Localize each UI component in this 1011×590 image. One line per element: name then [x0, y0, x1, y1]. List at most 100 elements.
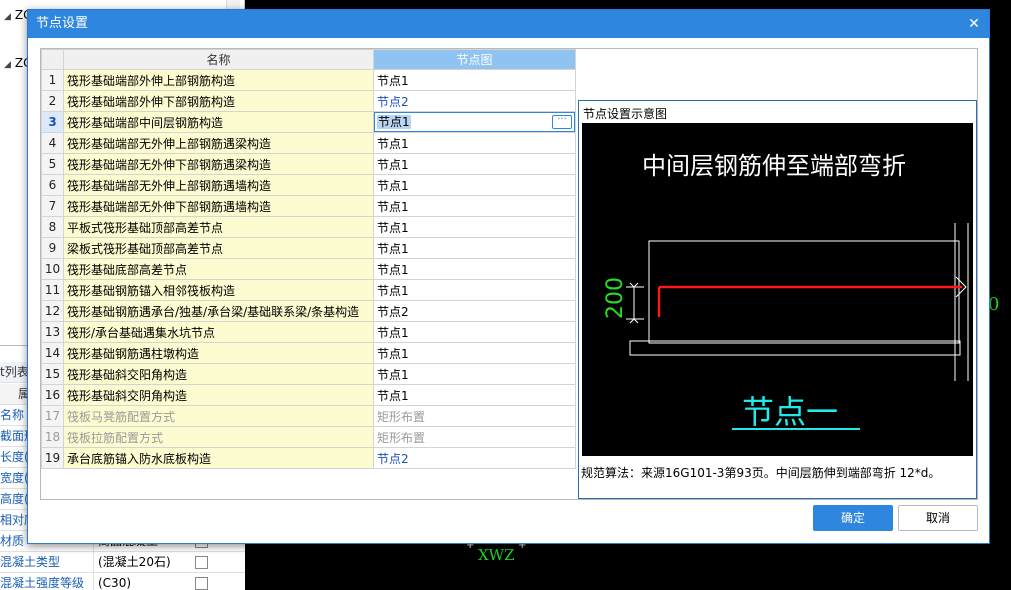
row-number[interactable]: 7	[41, 195, 64, 217]
row-number[interactable]: 16	[41, 384, 64, 406]
row-number[interactable]: 12	[41, 300, 64, 322]
table-row[interactable]: 12 筏形基础钢筋遇承台/独基/承台梁/基础联系梁/条基构造 节点2	[41, 300, 576, 322]
table-row[interactable]: 17 筏板马凳筋配置方式 矩形布置	[41, 405, 576, 427]
row-name-cell[interactable]: 筏板拉筋配置方式	[63, 426, 374, 448]
row-node-cell[interactable]: 节点1	[373, 363, 576, 385]
row-number[interactable]: 11	[41, 279, 64, 301]
row-number[interactable]: 8	[41, 216, 64, 238]
table-row[interactable]: 4 筏形基础端部无外伸上部钢筋遇梁构造 节点1	[41, 132, 576, 154]
table-row[interactable]: 3 筏形基础端部中间层钢筋构造 节点1 ···	[41, 111, 576, 133]
cancel-button[interactable]: 取消	[898, 505, 978, 531]
row-name-cell[interactable]: 筏形基础端部外伸上部钢筋构造	[63, 69, 374, 91]
row-node-cell[interactable]: 节点1 ···	[373, 111, 576, 133]
table-row[interactable]: 8 平板式筏形基础顶部高差节点 节点1	[41, 216, 576, 238]
row-name-cell[interactable]: 筏形基础斜交阳角构造	[63, 363, 374, 385]
row-number[interactable]: 15	[41, 363, 64, 385]
row-number[interactable]: 5	[41, 153, 64, 175]
row-number[interactable]: 1	[41, 69, 64, 91]
row-number[interactable]: 10	[41, 258, 64, 280]
table-row[interactable]: 19 承台底筋锚入防水底板构造 节点2	[41, 447, 576, 469]
ok-button[interactable]: 确定	[813, 505, 893, 531]
table-row[interactable]: 5 筏形基础端部无外伸下部钢筋遇梁构造 节点1	[41, 153, 576, 175]
row-name-cell[interactable]: 筏形基础钢筋锚入相邻筏板构造	[63, 279, 374, 301]
row-node-cell[interactable]: 节点2	[373, 90, 576, 112]
row-node-cell[interactable]: 节点2	[373, 447, 576, 469]
table-row[interactable]: 16 筏形基础斜交阴角构造 节点1	[41, 384, 576, 406]
property-row[interactable]: 混凝土类型 (混凝土20石)	[0, 552, 245, 573]
formula-description: 规范算法：来源16G101-3第93页。中间层筋伸到端部弯折 12*d。	[581, 466, 941, 480]
row-node-cell[interactable]: 节点1	[373, 69, 576, 91]
row-node-cell[interactable]: 节点1	[373, 384, 576, 406]
more-options-icon[interactable]: ···	[552, 115, 572, 129]
dimension-label: 200	[603, 277, 628, 319]
node-edit-value: 节点1	[377, 115, 411, 129]
row-number[interactable]: 3	[41, 111, 64, 133]
row-node-cell[interactable]: 节点1	[373, 321, 576, 343]
row-node-cell[interactable]: 节点2	[373, 300, 576, 322]
row-name-cell[interactable]: 梁板式筏形基础顶部高差节点	[63, 237, 374, 259]
column-header-name[interactable]: 名称	[63, 49, 374, 70]
row-number[interactable]: 9	[41, 237, 64, 259]
row-node-cell[interactable]: 节点1	[373, 174, 576, 196]
property-checkbox[interactable]	[195, 556, 208, 569]
row-node-cell[interactable]: 节点1	[373, 132, 576, 154]
property-checkbox[interactable]	[195, 577, 208, 590]
row-node-cell[interactable]: 节点1	[373, 195, 576, 217]
row-number[interactable]: 14	[41, 342, 64, 364]
table-row[interactable]: 18 筏板拉筋配置方式 矩形布置	[41, 426, 576, 448]
row-number[interactable]: 18	[41, 426, 64, 448]
collapse-arrow-icon[interactable]: ◢	[4, 12, 11, 22]
row-node-cell[interactable]: 节点1	[373, 279, 576, 301]
row-number[interactable]: 17	[41, 405, 64, 427]
row-name-cell[interactable]: 筏形基础端部无外伸上部钢筋遇墙构造	[63, 174, 374, 196]
table-row[interactable]: 9 梁板式筏形基础顶部高差节点 节点1	[41, 237, 576, 259]
node-preview-panel: 节点设置示意图 中间层钢筋伸至端部弯折 200 节点一 规范算法：来源16G10	[578, 100, 977, 499]
row-name-cell[interactable]: 筏形基础斜交阴角构造	[63, 384, 374, 406]
row-name-cell[interactable]: 筏形基础端部无外伸下部钢筋遇墙构造	[63, 195, 374, 217]
row-node-cell[interactable]: 节点1	[373, 258, 576, 280]
node-settings-dialog: 节点设置 ✕ 名称 节点图 1 筏形基础端部外伸上部钢筋构造 节点1 2 筏形基础端部外…	[27, 9, 990, 544]
row-number[interactable]: 2	[41, 90, 64, 112]
property-value[interactable]: (C30)	[93, 573, 185, 590]
row-number[interactable]: 13	[41, 321, 64, 343]
row-name-cell[interactable]: 筏板马凳筋配置方式	[63, 405, 374, 427]
table-row[interactable]: 13 筏形/承台基础遇集水坑节点 节点1	[41, 321, 576, 343]
row-name-cell[interactable]: 筏形基础端部无外伸上部钢筋遇梁构造	[63, 132, 374, 154]
property-row[interactable]: 混凝土强度等级 (C30)	[0, 573, 245, 590]
row-node-cell[interactable]: 矩形布置	[373, 405, 576, 427]
node-edit-field[interactable]: 节点1 ···	[374, 112, 575, 132]
row-number[interactable]: 19	[41, 447, 64, 469]
slab-outline	[648, 240, 960, 344]
property-name: 混凝土类型	[0, 555, 61, 569]
table-row[interactable]: 15 筏形基础斜交阳角构造 节点1	[41, 363, 576, 385]
table-row[interactable]: 1 筏形基础端部外伸上部钢筋构造 节点1	[41, 69, 576, 91]
row-node-cell[interactable]: 节点1	[373, 237, 576, 259]
row-name-cell[interactable]: 筏形基础端部外伸下部钢筋构造	[63, 90, 374, 112]
dialog-titlebar[interactable]: 节点设置 ✕	[28, 10, 989, 38]
node-diagram: 中间层钢筋伸至端部弯折 200 节点一	[603, 152, 969, 431]
row-node-cell[interactable]: 节点1	[373, 342, 576, 364]
row-name-cell[interactable]: 筏形基础端部中间层钢筋构造	[63, 111, 374, 133]
row-node-cell[interactable]: 节点1	[373, 153, 576, 175]
table-row[interactable]: 7 筏形基础端部无外伸下部钢筋遇墙构造 节点1	[41, 195, 576, 217]
row-number[interactable]: 4	[41, 132, 64, 154]
column-header-node[interactable]: 节点图	[373, 49, 576, 70]
close-icon[interactable]: ✕	[965, 15, 983, 33]
table-row[interactable]: 10 筏形基础底部高差节点 节点1	[41, 258, 576, 280]
property-value[interactable]: (混凝土20石)	[93, 552, 185, 572]
row-name-cell[interactable]: 筏形基础底部高差节点	[63, 258, 374, 280]
table-row[interactable]: 2 筏形基础端部外伸下部钢筋构造 节点2	[41, 90, 576, 112]
collapse-arrow-icon[interactable]: ◢	[4, 60, 11, 70]
row-node-cell[interactable]: 矩形布置	[373, 426, 576, 448]
row-name-cell[interactable]: 筏形基础端部无外伸下部钢筋遇梁构造	[63, 153, 374, 175]
row-name-cell[interactable]: 筏形基础钢筋遇柱墩构造	[63, 342, 374, 364]
table-row[interactable]: 14 筏形基础钢筋遇柱墩构造 节点1	[41, 342, 576, 364]
row-name-cell[interactable]: 承台底筋锚入防水底板构造	[63, 447, 374, 469]
row-name-cell[interactable]: 筏形/承台基础遇集水坑节点	[63, 321, 374, 343]
row-name-cell[interactable]: 平板式筏形基础顶部高差节点	[63, 216, 374, 238]
table-row[interactable]: 6 筏形基础端部无外伸上部钢筋遇墙构造 节点1	[41, 174, 576, 196]
row-name-cell[interactable]: 筏形基础钢筋遇承台/独基/承台梁/基础联系梁/条基构造	[63, 300, 374, 322]
row-node-cell[interactable]: 节点1	[373, 216, 576, 238]
table-row[interactable]: 11 筏形基础钢筋锚入相邻筏板构造 节点1	[41, 279, 576, 301]
row-number[interactable]: 6	[41, 174, 64, 196]
